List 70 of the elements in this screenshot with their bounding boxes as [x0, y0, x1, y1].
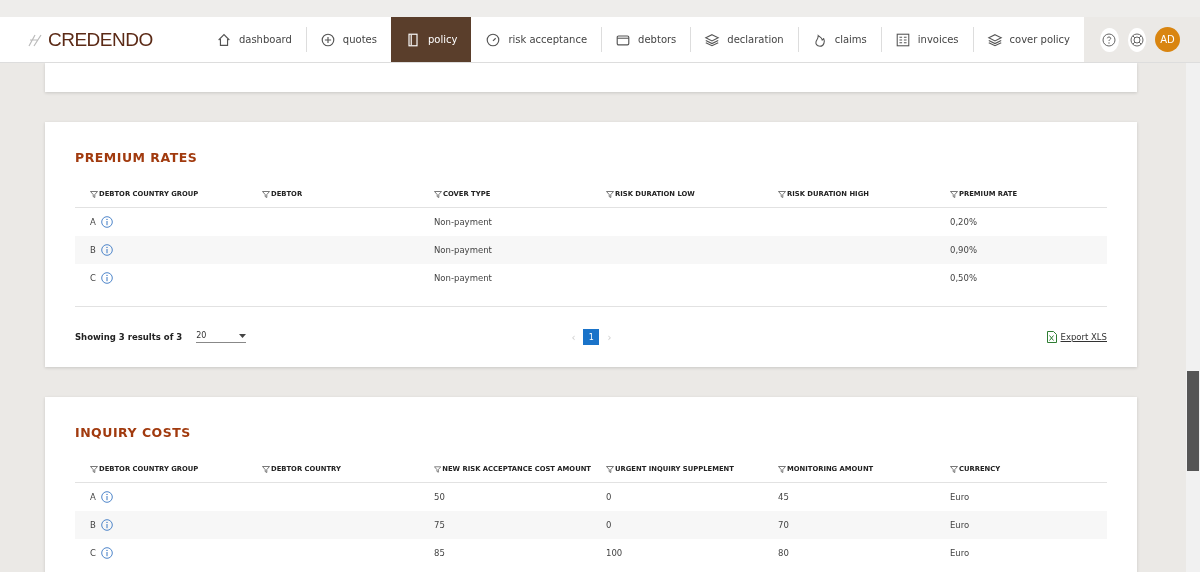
table-cell: 70	[778, 520, 789, 530]
table-cell: Euro	[950, 520, 970, 530]
table-cell: 80	[778, 548, 789, 558]
table-cell: 45	[778, 492, 789, 502]
table-cell: Non-payment	[434, 273, 492, 283]
table-cell: 85	[434, 548, 445, 558]
filter-icon[interactable]	[434, 465, 442, 473]
table-cell: 0,90%	[950, 245, 977, 255]
table-cell: 0,20%	[950, 217, 977, 227]
nav-tab[interactable]: declaration	[690, 17, 798, 62]
filter-icon[interactable]	[90, 465, 98, 473]
table-cell: A	[90, 217, 96, 227]
layers-icon	[986, 31, 1003, 48]
excel-file-icon	[1046, 331, 1057, 343]
table-cell: Euro	[950, 548, 970, 558]
filter-icon[interactable]	[778, 465, 786, 473]
table-cell: 50	[434, 492, 445, 502]
results-summary: Showing 3 results of 3	[75, 332, 183, 342]
table-cell: Non-payment	[434, 245, 492, 255]
table-cell: 75	[434, 520, 445, 530]
table-cell: 0	[606, 520, 612, 530]
page-button[interactable]: 1	[583, 329, 600, 345]
filter-icon[interactable]	[262, 465, 270, 473]
nav-tab[interactable]: quotes	[305, 17, 391, 62]
info-icon[interactable]	[100, 216, 113, 228]
layers-icon	[704, 31, 721, 48]
filter-icon[interactable]	[606, 190, 614, 198]
filter-icon[interactable]	[434, 190, 442, 198]
table-cell: 100	[606, 548, 623, 558]
filter-icon[interactable]	[606, 465, 614, 473]
home-icon	[215, 31, 232, 48]
grid-icon	[894, 31, 911, 48]
plus-circle-icon	[319, 31, 336, 48]
nav-tab[interactable]: debtors	[601, 17, 691, 62]
table-cell: Non-payment	[434, 217, 492, 227]
lifebuoy-button[interactable]	[1127, 27, 1146, 52]
info-icon[interactable]	[100, 491, 113, 503]
logo: CREDENDO	[48, 28, 153, 51]
help-button[interactable]	[1100, 27, 1119, 52]
nav-tab[interactable]: claims	[797, 17, 881, 62]
info-icon[interactable]	[100, 244, 113, 256]
nav-tab[interactable]: dashboard	[201, 17, 306, 62]
table-cell: 0	[606, 492, 612, 502]
nav-tab[interactable]: invoices	[880, 17, 973, 62]
nav-tab[interactable]: policy	[390, 17, 472, 62]
table-cell: Euro	[950, 492, 970, 502]
info-icon[interactable]	[100, 519, 113, 531]
export-xls-link[interactable]: Export XLS	[1046, 331, 1107, 343]
caret-icon	[239, 333, 247, 338]
table-cell: C	[90, 548, 96, 558]
filter-icon[interactable]	[950, 465, 958, 473]
table-cell: 0,50%	[950, 273, 977, 283]
filter-icon[interactable]	[262, 190, 270, 198]
table-cell: B	[90, 520, 96, 530]
filter-icon[interactable]	[778, 190, 786, 198]
scrollbar-thumb[interactable]	[1187, 371, 1199, 471]
filter-icon[interactable]	[90, 190, 98, 198]
info-icon[interactable]	[100, 547, 113, 559]
table-cell: B	[90, 245, 96, 255]
info-icon[interactable]	[100, 272, 113, 284]
scrollbar[interactable]	[1186, 63, 1200, 572]
filter-icon[interactable]	[950, 190, 958, 198]
table-cell: C	[90, 273, 96, 283]
nav-tab[interactable]: cover policy	[972, 17, 1084, 62]
nav-tab[interactable]: risk acceptance	[471, 17, 602, 62]
section-title: PREMIUM RATES	[75, 150, 199, 165]
page-size-select[interactable]: 20	[196, 331, 247, 343]
gauge-icon	[485, 31, 502, 48]
table-cell: A	[90, 492, 96, 502]
section-title: INQUIRY COSTS	[75, 425, 192, 440]
